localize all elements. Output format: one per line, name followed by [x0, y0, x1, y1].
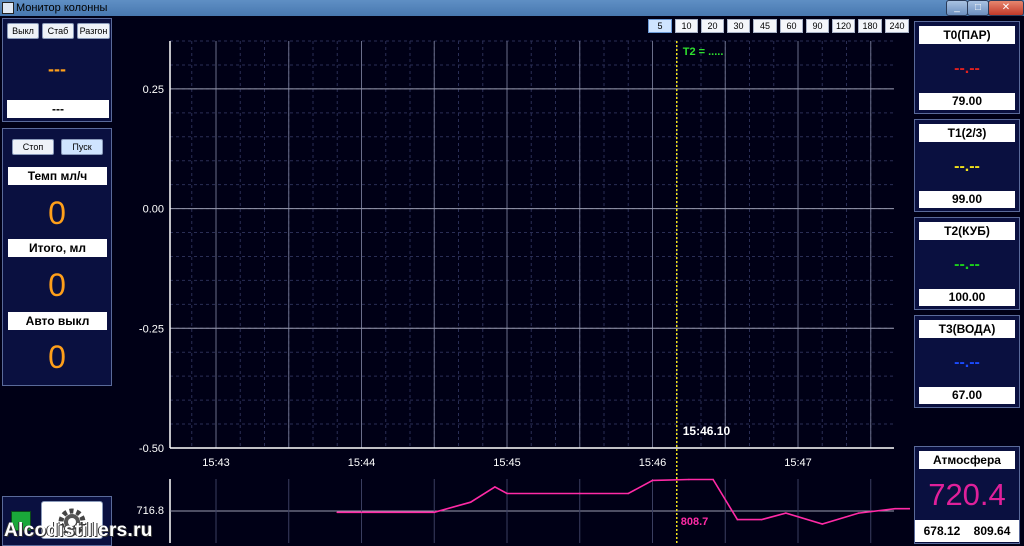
sensor-card-0: T0(ПАР) --.-- 79.00	[914, 21, 1020, 114]
cursor-time: 15:46.10	[683, 424, 731, 438]
x-tick-label: 15:47	[784, 457, 812, 469]
atmosphere-min: 678.12	[923, 524, 961, 538]
x-tick-label: 15:43	[202, 457, 230, 469]
pressure-point	[785, 512, 787, 514]
mode-off-button[interactable]: Выкл	[7, 23, 39, 39]
y-tick-label: -0.25	[139, 323, 164, 335]
sensor-reading: --.--	[954, 354, 980, 371]
pressure-point	[894, 507, 896, 510]
pressure-point	[651, 479, 654, 482]
app-icon	[2, 2, 14, 14]
scale-button-30[interactable]: 30	[727, 19, 750, 33]
rate-panel: Стоп Пуск Темп мл/ч 0 Итого, мл 0 Авто в…	[2, 128, 112, 386]
scale-button-20[interactable]: 20	[701, 19, 724, 33]
mode-value: ---	[7, 100, 109, 118]
pressure-point	[433, 511, 436, 514]
pressure-point	[760, 518, 763, 521]
total-label: Итого, мл	[8, 239, 107, 257]
window-title: Монитор колонны	[16, 2, 108, 14]
sensor-value: 100.00	[919, 289, 1015, 306]
mode-panel: Выкл Стаб Разгон --- ---	[2, 18, 112, 122]
cursor-label: T2 = .....	[683, 46, 724, 58]
atmosphere-panel: Атмосфера 720.4 678.12 809.64	[914, 446, 1020, 544]
y-tick-label: 0.25	[143, 84, 164, 96]
sensor-card-2: T2(КУБ) --.-- 100.00	[914, 217, 1020, 310]
scale-button-60[interactable]: 60	[780, 19, 803, 33]
sensor-name: T2(КУБ)	[919, 222, 1015, 240]
x-tick-label: 15:46	[639, 457, 667, 469]
x-tick-label: 15:44	[348, 457, 376, 469]
mode-boost-button[interactable]: Разгон	[77, 23, 110, 39]
pressure-point	[712, 478, 714, 481]
pressure-point	[494, 486, 496, 488]
sensor-value: 79.00	[919, 93, 1015, 110]
y-tick-label: 0.00	[143, 204, 164, 216]
scale-button-90[interactable]: 90	[806, 19, 829, 33]
sensor-reading: --.--	[954, 158, 980, 175]
pressure-point	[336, 511, 339, 514]
auto-off-label: Авто выкл	[8, 312, 107, 330]
scale-button-120[interactable]: 120	[832, 19, 855, 33]
atmosphere-label: Атмосфера	[919, 451, 1015, 469]
y-tick-label: -0.50	[139, 443, 164, 455]
pressure-point	[688, 478, 690, 481]
pressure-point	[736, 518, 739, 521]
sensor-value: 99.00	[919, 191, 1015, 208]
pressure-point	[627, 492, 630, 495]
pressure-point	[857, 512, 860, 514]
sensor-name: T3(ВОДА)	[919, 320, 1015, 338]
rate-value: 0	[48, 195, 66, 231]
sensor-reading: --.--	[954, 256, 980, 273]
start-button[interactable]: Пуск	[61, 139, 103, 155]
cursor-pressure: 808.7	[681, 516, 709, 528]
pressure-point	[469, 501, 472, 503]
rate-label: Темп мл/ч	[8, 167, 107, 185]
mode-stab-button[interactable]: Стаб	[42, 23, 74, 39]
scale-button-240[interactable]: 240	[885, 19, 909, 33]
sensor-value: 67.00	[919, 387, 1015, 404]
scale-button-5[interactable]: 5	[648, 19, 672, 33]
pressure-axis-label: 716.8	[136, 505, 164, 517]
window-title-bar[interactable]: Монитор колонны _ □ ✕	[0, 0, 1024, 16]
scale-button-180[interactable]: 180	[858, 19, 882, 33]
mode-display: ---	[48, 59, 66, 79]
sensor-reading: --.--	[954, 60, 980, 77]
sensor-name: T1(2/3)	[919, 124, 1015, 142]
sensor-card-3: T3(ВОДА) --.-- 67.00	[914, 315, 1020, 408]
atmosphere-value: 720.4	[928, 477, 1006, 512]
pressure-point	[821, 523, 824, 525]
stop-button[interactable]: Стоп	[12, 139, 54, 155]
scale-button-10[interactable]: 10	[675, 19, 698, 33]
total-value: 0	[48, 267, 66, 303]
close-button[interactable]: ✕	[988, 0, 1024, 16]
pressure-point	[578, 492, 581, 495]
auto-off-value: 0	[48, 339, 66, 375]
atmosphere-max: 809.64	[973, 524, 1011, 538]
atmosphere-range: 678.12 809.64	[915, 520, 1019, 542]
chart: 0.25 0.00 -0.25 -0.50 15:43 15:44 15:45 15:46 1…	[114, 16, 910, 546]
watermark: Alcodistillers.ru	[4, 520, 153, 541]
scale-button-45[interactable]: 45	[753, 19, 777, 33]
x-tick-label: 15:45	[493, 457, 521, 469]
sensor-name: T0(ПАР)	[919, 26, 1015, 44]
minimize-button[interactable]: _	[946, 0, 968, 16]
maximize-button[interactable]: □	[967, 0, 989, 16]
sensor-card-1: T1(2/3) --.-- 99.00	[914, 119, 1020, 212]
pressure-point	[506, 492, 508, 495]
